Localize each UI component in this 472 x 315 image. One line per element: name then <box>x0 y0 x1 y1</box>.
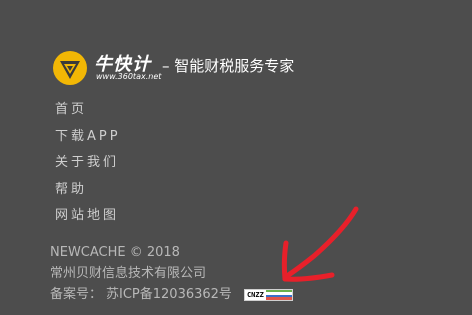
icp-row: 备案号： 苏ICP备12036362号 CNZZ <box>50 284 293 305</box>
cnzz-stats-badge[interactable]: CNZZ <box>243 288 293 301</box>
copyright-text: NEWCACHE © 2018 <box>50 245 180 260</box>
nav-link-about-us[interactable]: 关于我们 <box>55 152 121 179</box>
brand-logo-icon <box>53 51 87 85</box>
cnzz-bars-icon <box>265 289 292 300</box>
brand-url: www.360tax.net <box>96 72 162 81</box>
nav-link-home[interactable]: 首页 <box>55 99 121 126</box>
footer-nav: 首页 下载APP 关于我们 帮助 网站地图 <box>55 99 121 232</box>
brand-slogan: – 智能财税服务专家 <box>162 57 295 75</box>
icp-label: 备案号： <box>50 287 103 302</box>
icp-number-link[interactable]: 苏ICP备12036362号 <box>106 284 232 305</box>
company-name: 常州贝财信息技术有限公司 <box>50 266 207 281</box>
nav-link-help[interactable]: 帮助 <box>55 179 121 206</box>
cnzz-badge-label: CNZZ <box>244 289 266 300</box>
nav-link-sitemap[interactable]: 网站地图 <box>55 205 121 232</box>
footer-info: NEWCACHE © 2018 常州贝财信息技术有限公司 备案号： 苏ICP备1… <box>50 242 293 305</box>
nav-link-download-app[interactable]: 下载APP <box>55 126 121 153</box>
site-logo[interactable]: 牛快计 www.360tax.net – 智能财税服务专家 <box>52 48 352 88</box>
